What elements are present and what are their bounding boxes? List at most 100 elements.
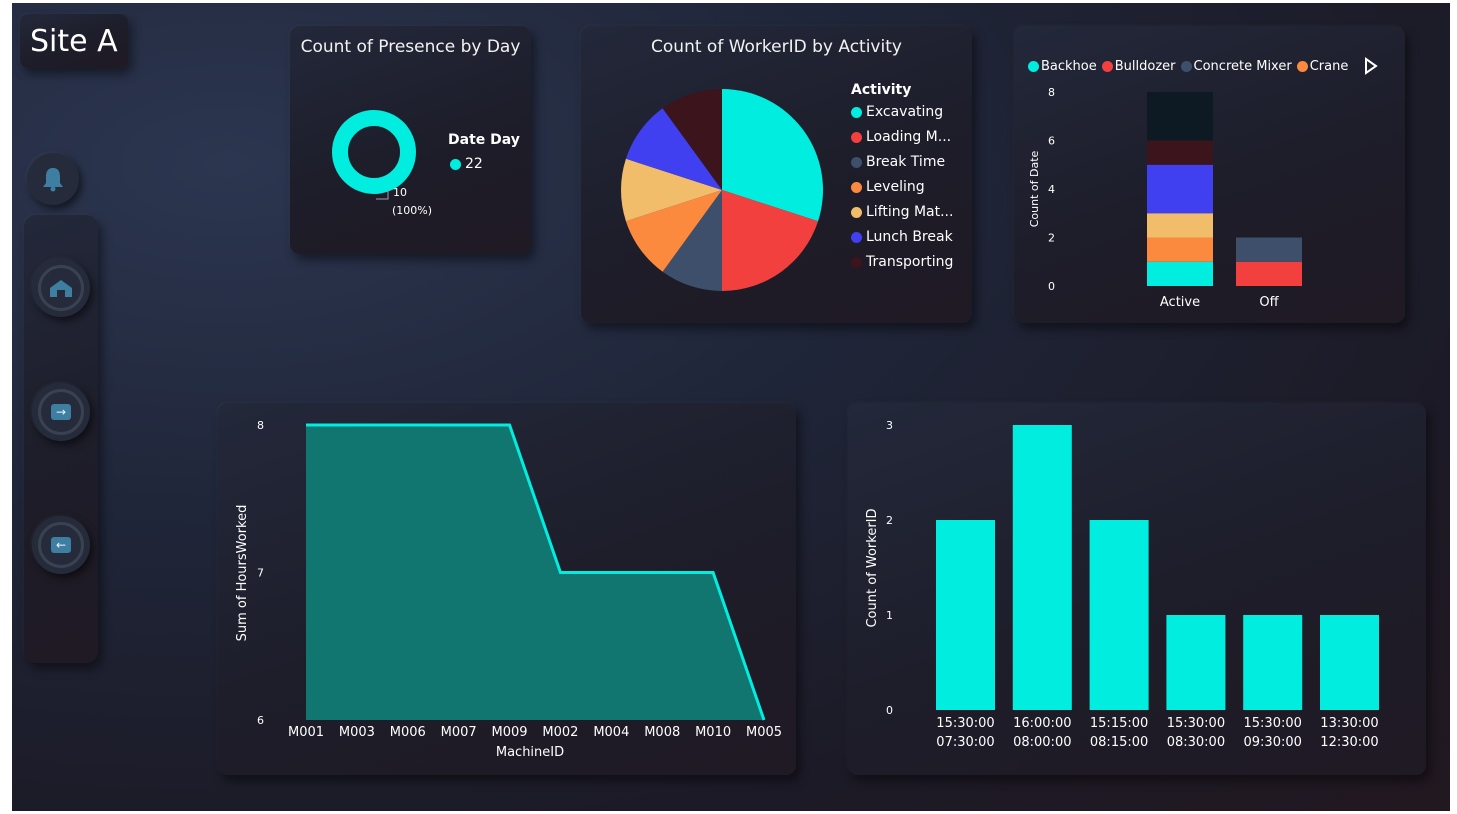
x-tick-label: M002 — [542, 725, 578, 740]
x-tick-label-line2: 12:30:00 — [1320, 735, 1378, 750]
activity-pie-chart — [621, 89, 823, 291]
stacked-bar-segment-active-7[interactable] — [1147, 92, 1213, 141]
x-tick-label: M005 — [746, 725, 782, 740]
x-tick-label-line2: 07:30:00 — [936, 735, 994, 750]
x-tick-label: M009 — [492, 725, 528, 740]
activity-legend-item-loading-m[interactable]: Loading M... — [851, 129, 953, 145]
x-tick-label: M004 — [593, 725, 629, 740]
activity-legend-item-break-time[interactable]: Break Time — [851, 154, 953, 170]
y-axis-title: Count of Date — [1028, 150, 1041, 227]
bar-0[interactable] — [936, 520, 995, 710]
x-tick-label-line2: 08:00:00 — [1013, 735, 1071, 750]
activity-legend-label: Lunch Break — [866, 229, 953, 245]
bell-icon — [43, 168, 63, 192]
activity-legend-label: Leveling — [866, 179, 925, 195]
x-tick-label-line1: 13:30:00 — [1320, 716, 1378, 731]
y-tick-label: 8 — [257, 419, 264, 432]
activity-legend-item-leveling[interactable]: Leveling — [851, 179, 953, 195]
activity-legend-label: Loading M... — [866, 129, 952, 145]
next-page-button[interactable]: → — [32, 383, 90, 441]
page-title: Site A — [30, 24, 118, 59]
donut-value-label: 10 — [393, 186, 407, 199]
stacked-bar-segment-active-5[interactable] — [1147, 164, 1213, 214]
y-tick-label: 1 — [886, 609, 893, 622]
bar-5[interactable] — [1320, 615, 1379, 710]
next-page-button-ring: → — [38, 389, 84, 435]
side-nav-panel: → ← — [24, 215, 98, 663]
bar-4[interactable] — [1243, 615, 1303, 710]
y-tick-label: 2 — [1048, 232, 1055, 245]
x-tick-label-line1: 15:30:00 — [1167, 716, 1225, 731]
legend-dot-icon — [851, 256, 862, 268]
activity-legend-label: Excavating — [866, 104, 944, 120]
activity-legend-label: Lifting Mat... — [866, 204, 954, 220]
stacked-bar-segment-active-6[interactable] — [1147, 140, 1213, 165]
x-tick-label: M010 — [695, 725, 731, 740]
x-tick-label-line2: 08:15:00 — [1090, 735, 1148, 750]
stacked-bar-segment-active-3[interactable] — [1147, 237, 1213, 262]
machine-status-card[interactable]: Backhoe Bulldozer Concrete Mixer Crane 0246… — [1014, 26, 1405, 323]
status-stacked-bar-chart: 0 2 4 6 8 Count of Date Active Off — [1028, 86, 1302, 310]
arrow-right-icon: → — [51, 404, 71, 420]
page-title-card: Site A — [20, 14, 128, 68]
y-tick-label: 7 — [257, 567, 264, 580]
y-tick-label: 0 — [1048, 280, 1055, 293]
x-axis-title: MachineID — [496, 745, 564, 760]
activity-legend-item-lifting-mat[interactable]: Lifting Mat... — [851, 204, 953, 220]
presence-legend-label: 22 — [465, 156, 483, 172]
x-tick-label: M008 — [644, 725, 680, 740]
activity-legend: Activity Excavating Loading M... Break Tim… — [851, 82, 953, 279]
x-tick-label-line1: 15:15:00 — [1090, 716, 1148, 731]
activity-card[interactable]: Count of WorkerID by Activity Activity E… — [581, 26, 972, 323]
legend-dot-icon — [851, 106, 862, 118]
bar-2[interactable] — [1089, 520, 1149, 710]
workers-bar-chart: 0 1 2 3 Count of WorkerID 15:30:00 07:30:00 16:… — [865, 419, 1379, 750]
stacked-bar-segment-off-1[interactable] — [1236, 261, 1302, 286]
activity-legend-item-excavating[interactable]: Excavating — [851, 104, 953, 120]
y-axis-title: Count of WorkerID — [865, 508, 880, 627]
activity-legend-label: Break Time — [866, 154, 946, 170]
presence-legend-item[interactable]: 22 — [450, 156, 483, 172]
bar-3[interactable] — [1166, 615, 1226, 710]
legend-dot-icon — [851, 206, 862, 218]
bar-1[interactable] — [1012, 425, 1072, 710]
hours-by-machine-card[interactable]: 6 7 8 M001 M003 M006 M007 M009 M002 M004 M008 M010 M… — [218, 403, 796, 775]
activity-legend-item-transporting[interactable]: Transporting — [851, 254, 953, 270]
legend-dot-icon — [450, 158, 461, 170]
hours-area-chart: 6 7 8 M001 M003 M006 M007 M009 M002 M004 M008 M010 M… — [235, 419, 782, 760]
x-tick-label: M006 — [390, 725, 426, 740]
y-tick-label: 4 — [1048, 183, 1055, 196]
y-tick-label: 6 — [257, 714, 264, 727]
x-tick-label: M007 — [441, 725, 477, 740]
stacked-bar-segment-active-4[interactable] — [1147, 213, 1213, 238]
previous-page-button[interactable]: ← — [32, 516, 90, 574]
y-tick-label: 2 — [886, 514, 893, 527]
stacked-bar-segment-off-2[interactable] — [1236, 237, 1302, 262]
x-tick-label-line2: 09:30:00 — [1244, 735, 1302, 750]
legend-dot-icon — [851, 131, 862, 143]
activity-legend-label: Transporting — [866, 254, 954, 270]
y-tick-label: 3 — [886, 419, 893, 432]
home-button-ring — [38, 265, 84, 311]
dashboard-canvas: Site A → ← Count of Presence by Day 10 (… — [12, 3, 1450, 811]
presence-legend-title: Date Day — [448, 132, 520, 148]
x-tick-label-line1: 16:00:00 — [1013, 716, 1071, 731]
donut-percent-label: (100%) — [392, 204, 432, 217]
x-tick-label-line2: 08:30:00 — [1167, 735, 1225, 750]
x-tick-label-line1: 15:30:00 — [1244, 716, 1302, 731]
notification-button[interactable] — [27, 153, 79, 205]
home-button[interactable] — [32, 259, 90, 317]
x-tick-label: M001 — [288, 725, 324, 740]
y-tick-label: 8 — [1048, 86, 1055, 99]
legend-dot-icon — [851, 156, 862, 168]
stacked-bar-segment-active-0[interactable] — [1147, 261, 1213, 286]
x-tick-label: Active — [1160, 295, 1200, 310]
arrow-left-icon: ← — [51, 537, 71, 553]
activity-legend-title: Activity — [851, 82, 912, 98]
activity-legend-item-lunch-break[interactable]: Lunch Break — [851, 229, 953, 245]
y-tick-label: 6 — [1048, 135, 1055, 148]
presence-card[interactable]: Count of Presence by Day 10 (100%) Date … — [290, 26, 531, 254]
previous-page-button-ring: ← — [38, 522, 84, 568]
y-axis-title: Sum of HoursWorked — [235, 505, 250, 642]
workers-by-shift-card[interactable]: 0 1 2 3 Count of WorkerID 15:30:00 07:30:00 16:… — [848, 403, 1426, 775]
